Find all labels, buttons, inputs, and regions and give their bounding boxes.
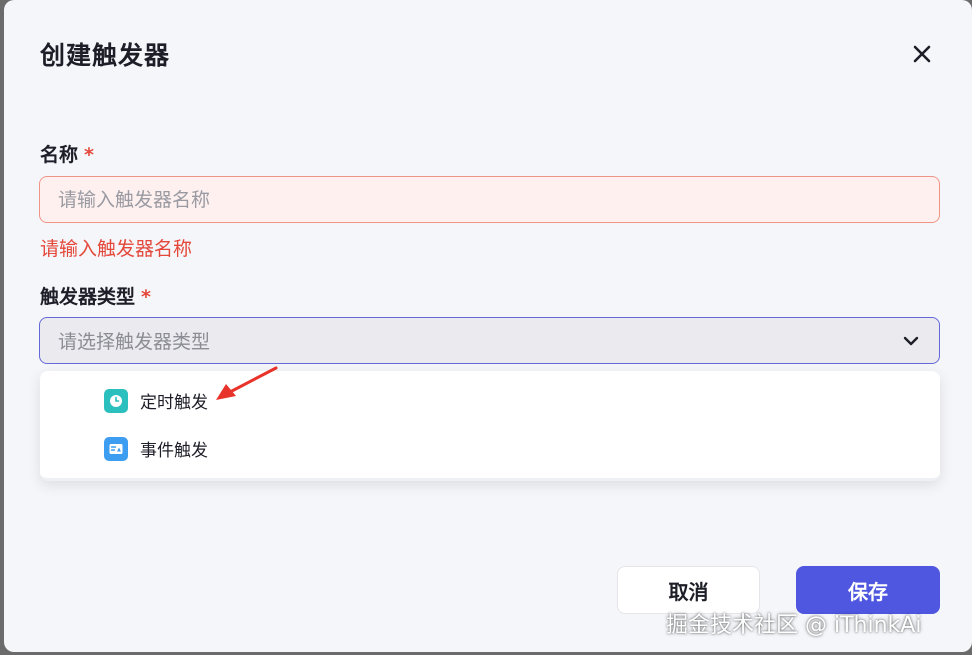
watermark: 掘金技术社区 @ iThinkAi (666, 613, 922, 638)
name-label-text: 名称 (40, 144, 79, 166)
trigger-type-dropdown: 定时触发 事件触发 (40, 371, 940, 481)
create-trigger-dialog: 创建触发器 名称* 请输入触发器名称 触发器类型* 请选择触发器类型 定时触发 (4, 0, 972, 652)
option-label: 事件触发 (140, 441, 208, 461)
option-label: 定时触发 (140, 393, 208, 413)
option-timed-trigger[interactable]: 定时触发 (104, 388, 208, 413)
name-error-message: 请输入触发器名称 (40, 238, 193, 260)
red-arrow-annotation (216, 366, 278, 400)
dialog-title: 创建触发器 (40, 41, 171, 70)
event-icon (104, 436, 128, 461)
chevron-down-icon (903, 336, 919, 345)
name-label: 名称 * (40, 140, 94, 167)
required-mark: * (141, 286, 151, 308)
option-event-trigger[interactable]: 事件触发 (104, 436, 208, 461)
clock-icon (104, 388, 128, 413)
type-label: 触发器类型 * (40, 282, 151, 309)
trigger-name-input[interactable] (39, 176, 940, 223)
close-icon (913, 45, 931, 63)
required-mark: * (84, 144, 94, 166)
close-button[interactable] (904, 36, 940, 72)
type-label-text: 触发器类型 (40, 286, 136, 308)
trigger-type-placeholder: 请选择触发器类型 (58, 331, 211, 353)
trigger-type-select[interactable]: 请选择触发器类型 (39, 317, 940, 364)
